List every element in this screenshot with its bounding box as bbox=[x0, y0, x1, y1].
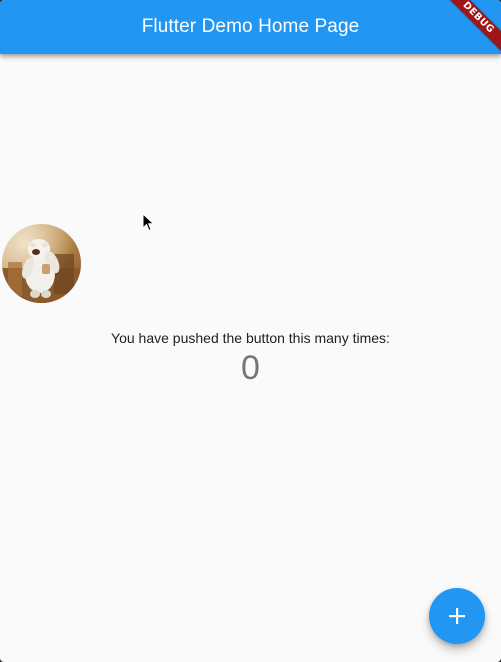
avatar bbox=[2, 224, 81, 303]
app-bar: Flutter Demo Home Page bbox=[0, 0, 501, 54]
counter-section: You have pushed the button this many tim… bbox=[0, 328, 501, 388]
debug-banner-label: DEBUG bbox=[441, 0, 501, 55]
avatar-image bbox=[2, 224, 81, 303]
app-window: Flutter Demo Home Page DEBUG You have pu… bbox=[0, 0, 501, 662]
debug-banner: DEBUG bbox=[441, 0, 501, 60]
counter-value: 0 bbox=[241, 349, 260, 387]
plus-icon bbox=[449, 608, 465, 624]
mouse-pointer-icon bbox=[142, 212, 156, 238]
increment-button[interactable] bbox=[429, 588, 485, 644]
counter-message: You have pushed the button this many tim… bbox=[111, 330, 390, 346]
app-bar-title: Flutter Demo Home Page bbox=[141, 16, 360, 37]
